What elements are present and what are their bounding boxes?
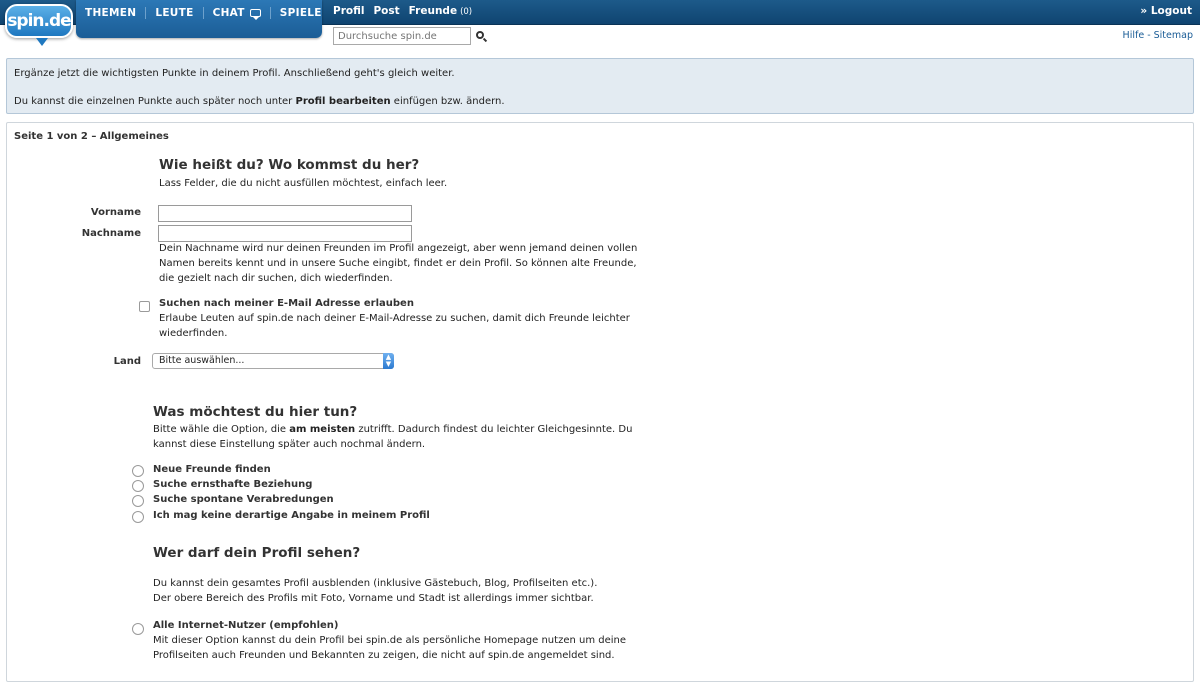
panel-title: Seite 1 von 2 – Allgemeines [14, 131, 169, 142]
subnav-post[interactable]: Post [373, 5, 399, 17]
help-links: Hilfe - Sitemap [1123, 30, 1193, 41]
purpose-radio-dates[interactable] [132, 495, 144, 507]
info-line-1: Ergänze jetzt die wichtigsten Punkte in … [14, 68, 455, 79]
help-link[interactable]: Hilfe [1123, 30, 1145, 41]
section-name-subtext: Lass Felder, die du nicht ausfüllen möch… [159, 178, 448, 189]
nachname-hint-line-2: Namen bereits kennt und in unsere Suche … [159, 258, 637, 269]
nav-spiele[interactable]: SPIELE [271, 7, 331, 19]
nav-leute-label: LEUTE [155, 7, 194, 19]
visibility-option-all-hint: Mit dieser Option kannst du dein Profil … [153, 633, 626, 663]
nachname-hint-line-3: die gezielt nach dir suchen, dich wieder… [159, 273, 393, 284]
subnav-freunde[interactable]: Freunde (0) [409, 5, 472, 17]
sitemap-link[interactable]: Sitemap [1154, 30, 1193, 41]
nachname-hint: Dein Nachname wird nur deinen Freunden i… [159, 241, 637, 286]
vorname-field[interactable] [158, 205, 412, 222]
visibility-text: Du kannst dein gesamtes Profil ausblende… [153, 576, 597, 606]
nav-themen[interactable]: THEMEN [76, 7, 147, 19]
logout-link[interactable]: » Logout [1140, 5, 1192, 17]
purpose-option-none[interactable]: Ich mag keine derartige Angabe in meinem… [153, 510, 430, 521]
profil-bearbeiten-text: Profil bearbeiten [295, 96, 391, 107]
purpose-radio-friends[interactable] [132, 465, 144, 477]
purpose-text-pre: Bitte wähle die Option, die [153, 424, 290, 435]
main-nav: THEMEN LEUTE CHAT SPIELE [76, 0, 322, 38]
purpose-text-line-2: kannst diese Einstellung später auch noc… [153, 439, 426, 450]
nav-themen-label: THEMEN [85, 7, 137, 19]
purpose-option-friends[interactable]: Neue Freunde finden [153, 464, 271, 475]
purpose-radio-none[interactable] [132, 511, 144, 523]
spin-logo[interactable]: spin.de [5, 4, 73, 38]
info-line-2: Du kannst die einzelnen Punkte auch spät… [14, 95, 1186, 109]
logo-tail [36, 38, 48, 46]
email-search-label[interactable]: Suchen nach meiner E-Mail Adresse erlaub… [159, 298, 414, 309]
nav-spiele-label: SPIELE [279, 7, 322, 19]
info-line-2-pre: Du kannst die einzelnen Punkte auch spät… [14, 96, 296, 107]
nav-leute[interactable]: LEUTE [146, 7, 204, 19]
help-separator: - [1144, 30, 1154, 41]
land-select[interactable]: Bitte auswählen... ▲ ▼ [152, 353, 394, 369]
visibility-hint-line-1: Mit dieser Option kannst du dein Profil … [153, 635, 627, 646]
purpose-option-dates[interactable]: Suche spontane Verabredungen [153, 494, 334, 505]
sub-nav: Profil Post Freunde (0) [333, 5, 472, 17]
nachname-field[interactable] [158, 225, 412, 242]
email-hint-line-1: Erlaube Leuten auf spin.de nach deiner E… [159, 313, 630, 324]
land-label: Land [113, 356, 141, 367]
friends-count: (0) [460, 7, 473, 17]
land-select-value: Bitte auswählen... [159, 355, 245, 366]
email-search-hint: Erlaube Leuten auf spin.de nach deiner E… [159, 311, 630, 341]
nachname-label: Nachname [81, 228, 141, 239]
nachname-hint-line-1: Dein Nachname wird nur deinen Freunden i… [159, 243, 638, 254]
search-input[interactable] [333, 27, 471, 45]
visibility-text-line-1: Du kannst dein gesamtes Profil ausblende… [153, 578, 598, 589]
subnav-profil[interactable]: Profil [333, 5, 364, 17]
email-search-checkbox[interactable] [139, 301, 150, 312]
vorname-label: Vorname [90, 207, 141, 218]
visibility-option-all[interactable]: Alle Internet-Nutzer (empfohlen) [153, 620, 338, 631]
select-arrows-icon: ▲ ▼ [383, 353, 394, 369]
visibility-hint-line-2: Profilseiten auch Freunden und Bekannten… [153, 650, 615, 661]
info-box: Ergänze jetzt die wichtigsten Punkte in … [6, 58, 1194, 114]
logo-text: spin.de [7, 11, 71, 31]
chat-bubble-icon [249, 9, 261, 20]
purpose-option-relationship[interactable]: Suche ernsthafte Beziehung [153, 479, 312, 490]
search-icon[interactable] [476, 31, 484, 39]
nav-chat[interactable]: CHAT [204, 7, 271, 20]
subnav-freunde-label: Freunde [408, 5, 458, 17]
purpose-text-bold: am meisten [289, 424, 356, 435]
section-visibility-heading: Wer darf dein Profil sehen? [153, 545, 361, 561]
form-panel: Seite 1 von 2 – Allgemeines Wie heißt du… [6, 122, 1194, 682]
section-purpose-text: Bitte wähle die Option, die am meisten z… [153, 422, 632, 452]
purpose-radio-relationship[interactable] [132, 480, 144, 492]
info-line-2-post: einfügen bzw. ändern. [390, 96, 505, 107]
visibility-text-line-2: Der obere Bereich des Profils mit Foto, … [153, 593, 594, 604]
nav-chat-label: CHAT [212, 7, 245, 19]
purpose-text-post: zutrifft. Dadurch findest du leichter Gl… [355, 424, 633, 435]
email-hint-line-2: wiederfinden. [159, 328, 228, 339]
visibility-radio-all[interactable] [132, 623, 144, 635]
purpose-text-line-1: Bitte wähle die Option, die am meisten z… [153, 422, 632, 437]
section-purpose-heading: Was möchtest du hier tun? [153, 404, 358, 420]
section-name-heading: Wie heißt du? Wo kommst du her? [159, 157, 420, 173]
